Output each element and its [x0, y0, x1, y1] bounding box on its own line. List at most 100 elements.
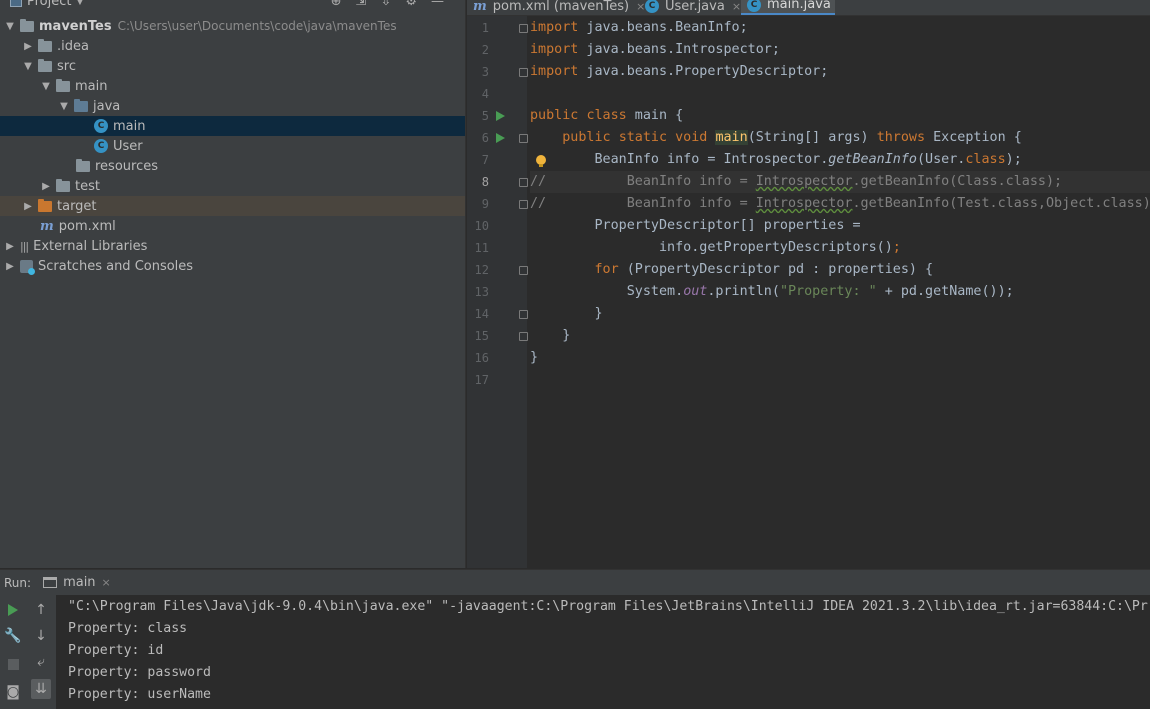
stop-icon[interactable]	[4, 655, 22, 673]
line-number: 10	[474, 219, 489, 233]
tree-item-main-class[interactable]: C main	[0, 116, 465, 136]
tree-item-label: src	[57, 58, 76, 74]
tree-item-user-class[interactable]: C User	[0, 136, 465, 156]
chevron-down-icon[interactable]: ▼	[4, 21, 16, 32]
project-view-selector[interactable]: Project ▼	[10, 0, 83, 9]
tab-label: User.java	[665, 0, 725, 14]
soft-wrap-icon[interactable]: ⤶	[32, 653, 50, 671]
arrow-up-icon[interactable]: ↑	[32, 601, 50, 619]
code-token: info.getPropertyDescriptors()	[659, 240, 893, 255]
scratch-icon	[20, 259, 35, 275]
fold-icon[interactable]	[519, 134, 528, 143]
chevron-down-icon[interactable]: ▼	[58, 101, 70, 112]
fold-icon[interactable]	[519, 266, 528, 275]
line-number: 16	[474, 351, 489, 365]
chevron-down-icon[interactable]: ▼	[40, 81, 52, 92]
close-icon[interactable]: ×	[636, 0, 645, 13]
collapse-all-icon[interactable]: ⇲	[356, 0, 367, 9]
scroll-to-end-icon[interactable]: ⇊	[31, 679, 51, 699]
chevron-right-icon[interactable]: ▶	[22, 41, 34, 52]
tree-item-pom[interactable]: m pom.xml	[0, 216, 465, 236]
tree-item-main-folder[interactable]: ▼ main	[0, 76, 465, 96]
code-line-3: import java.beans.PropertyDescriptor;	[530, 61, 1150, 83]
console-output[interactable]: "C:\Program Files\Java\jdk-9.0.4\bin\jav…	[56, 595, 1150, 709]
chevron-down-icon[interactable]: ▼	[22, 61, 34, 72]
arrow-down-icon[interactable]: ↓	[32, 627, 50, 645]
tree-item-src[interactable]: ▼ src	[0, 56, 465, 76]
tree-item-label: resources	[95, 158, 159, 174]
target-icon[interactable]: ⊕	[331, 0, 342, 9]
chevron-right-icon[interactable]: ▶	[40, 181, 52, 192]
folder-icon	[56, 178, 70, 192]
fold-icon[interactable]	[519, 68, 528, 77]
code-line-5: public class main {	[530, 105, 1150, 127]
run-method-icon[interactable]	[496, 133, 505, 143]
expand-icon[interactable]: ⇳	[380, 0, 391, 9]
code-area[interactable]: import java.beans.BeanInfo; import java.…	[530, 16, 1150, 568]
rerun-icon[interactable]	[4, 601, 22, 619]
tree-item-target[interactable]: ▶ target	[0, 196, 465, 216]
tree-item-mavenTes[interactable]: ▼ mavenTes C:\Users\user\Documents\code\…	[0, 16, 465, 36]
code-line-12: for (PropertyDescriptor pd : properties)…	[530, 259, 1150, 281]
code-token: for	[594, 262, 619, 277]
code-token: ;	[892, 240, 901, 255]
line-number: 13	[474, 285, 489, 299]
code-line-16: }	[530, 347, 1150, 369]
tree-item-external-libraries[interactable]: ▶ ||| External Libraries	[0, 236, 465, 256]
folder-icon	[20, 18, 34, 32]
tab-user-java[interactable]: C User.java ×	[645, 0, 741, 15]
code-line-13: System.out.println("Property: " + pd.get…	[530, 281, 1150, 303]
code-line-10: PropertyDescriptor[] properties =	[530, 215, 1150, 237]
fold-icon[interactable]	[519, 332, 528, 341]
tree-item-test[interactable]: ▶ test	[0, 176, 465, 196]
fold-icon[interactable]	[519, 178, 528, 187]
line-number: 15	[474, 329, 489, 343]
gear-icon[interactable]: ⚙	[405, 0, 417, 9]
fold-icon[interactable]	[519, 310, 528, 319]
code-token: "Property: "	[779, 284, 877, 299]
code-token: }	[562, 328, 571, 343]
hide-icon[interactable]: —	[431, 0, 444, 9]
library-icon: |||	[20, 239, 29, 253]
console-line: "C:\Program Files\Java\jdk-9.0.4\bin\jav…	[68, 599, 1148, 614]
chevron-right-icon[interactable]: ▶	[22, 201, 34, 212]
code-token: java.beans.BeanInfo;	[578, 20, 748, 35]
chevron-right-icon[interactable]: ▶	[4, 241, 16, 252]
console-line: Property: userName	[68, 687, 211, 702]
chevron-down-icon[interactable]: ▼	[76, 0, 83, 7]
console-line: Property: id	[68, 643, 164, 658]
maven-icon: m	[473, 0, 487, 14]
editor-tab-bar: m pom.xml (mavenTes) × C User.java × C m…	[467, 0, 1150, 16]
code-line-8: // BeanInfo info = Introspector.getBeanI…	[530, 171, 1150, 193]
fold-icon[interactable]	[519, 200, 528, 209]
wrench-icon[interactable]: 🔧	[4, 627, 22, 645]
fold-icon[interactable]	[519, 24, 528, 33]
code-line-9: // BeanInfo info = Introspector.getBeanI…	[530, 193, 1150, 215]
tree-item-label: External Libraries	[33, 238, 148, 254]
line-number: 7	[481, 153, 489, 167]
tab-main-java[interactable]: C main.java	[741, 0, 835, 15]
console-icon	[43, 577, 58, 588]
code-token: }	[530, 350, 539, 365]
tree-item-java[interactable]: ▼ java	[0, 96, 465, 116]
code-token: public	[562, 130, 611, 145]
code-line-6: public static void main(String[] args) t…	[530, 127, 1150, 149]
tab-pom-xml[interactable]: m pom.xml (mavenTes) ×	[473, 0, 645, 15]
close-icon[interactable]: ×	[102, 576, 111, 589]
tree-item-idea[interactable]: ▶ .idea	[0, 36, 465, 56]
run-tab-main[interactable]: main ×	[43, 575, 111, 590]
camera-icon[interactable]: ◙	[4, 683, 22, 701]
tree-item-scratches[interactable]: ▶ Scratches and Consoles	[0, 256, 465, 276]
tree-item-label: pom.xml	[58, 218, 116, 234]
source-folder-icon	[74, 98, 88, 112]
tree-item-label: main	[75, 78, 108, 94]
project-title: Project	[27, 0, 72, 9]
close-icon[interactable]: ×	[732, 0, 741, 13]
intention-bulb-icon[interactable]	[536, 155, 546, 167]
tree-item-label: .idea	[57, 38, 89, 54]
chevron-right-icon[interactable]: ▶	[4, 261, 16, 272]
tree-item-label: target	[57, 198, 97, 214]
code-token: throws	[876, 130, 926, 145]
run-class-icon[interactable]	[496, 111, 505, 121]
tree-item-resources[interactable]: resources	[0, 156, 465, 176]
